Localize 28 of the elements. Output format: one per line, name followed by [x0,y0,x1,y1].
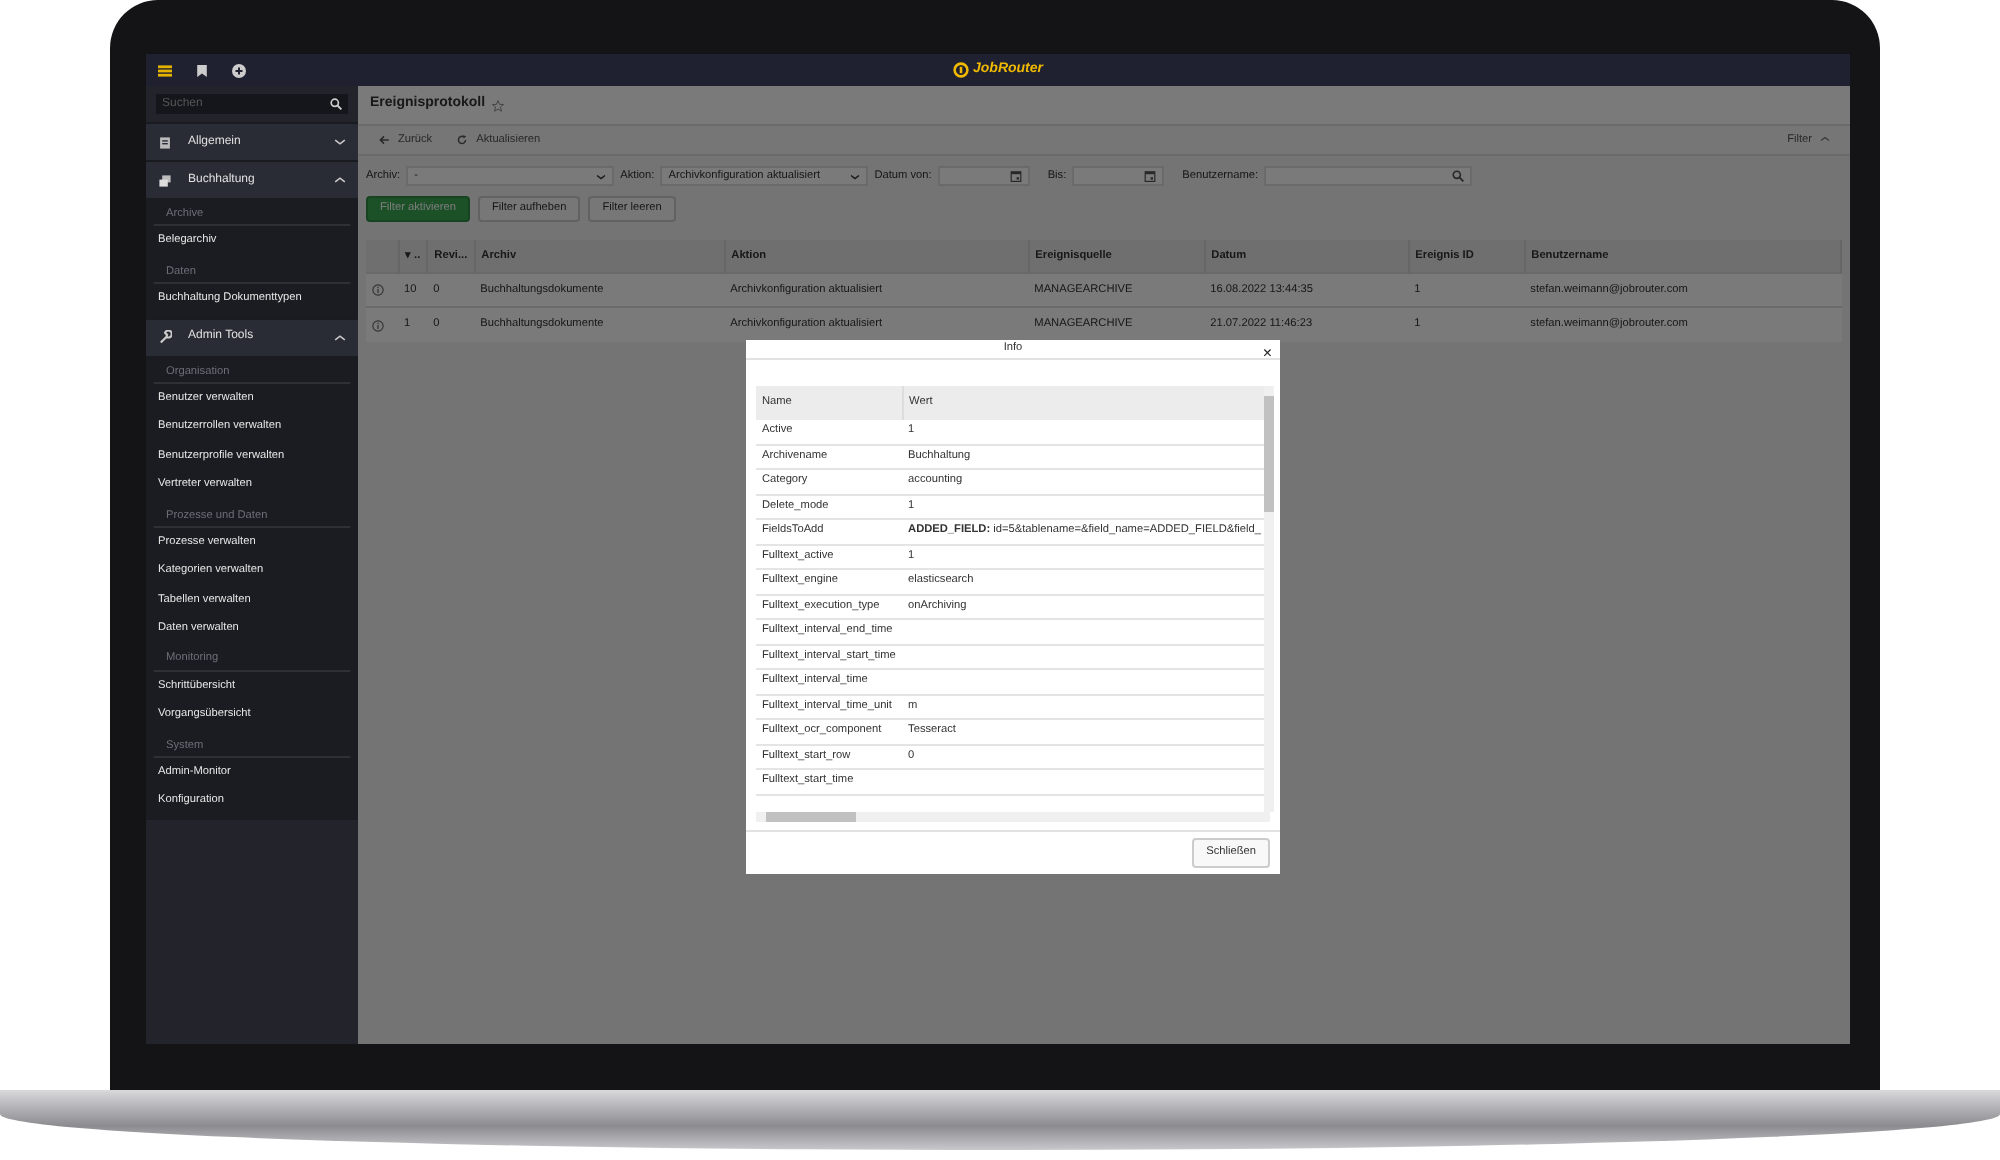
chevron-down-icon [334,138,346,146]
info-icon[interactable] [372,284,384,297]
wrench-icon [158,330,172,345]
star-icon[interactable] [491,99,504,111]
caret-icon [596,173,607,179]
chevron-up-icon [334,333,346,342]
refresh-icon [456,133,469,146]
chevron-up-icon [334,176,346,184]
info-icon[interactable] [372,319,384,332]
calendar-icon[interactable] [1144,170,1157,182]
scrollbar[interactable] [756,812,1270,822]
bookmark-icon[interactable] [196,63,208,77]
scrollbar[interactable] [1264,386,1274,813]
chevron-up-icon [1820,136,1830,143]
plus-circle-icon[interactable] [232,63,246,77]
date-field[interactable] [937,166,1030,186]
stack-icon [158,173,172,187]
logo-icon [953,62,969,78]
document-icon [158,135,172,149]
calendar-icon[interactable] [1009,170,1022,182]
date-field[interactable] [1072,166,1165,186]
close-button[interactable]: × [1262,340,1272,366]
scrollbar-thumb[interactable] [766,812,856,822]
search-field[interactable] [1264,166,1473,186]
arrow-left-icon [378,133,390,146]
caret-icon [850,173,861,179]
menu-icon[interactable] [158,63,172,77]
scrollbar-thumb[interactable] [1264,396,1274,513]
